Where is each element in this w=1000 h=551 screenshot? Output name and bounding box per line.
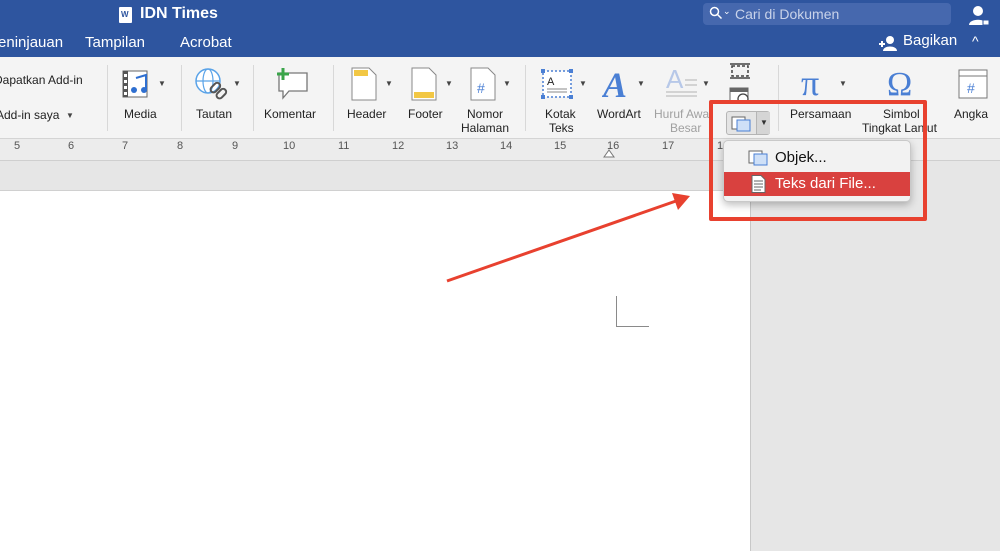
word-document-icon: W [119,7,132,23]
svg-text:#: # [477,80,485,96]
equation-icon[interactable]: π [800,65,834,101]
ribbon-separator [253,65,254,131]
svg-text:A: A [602,65,627,101]
svg-text:π: π [801,65,819,101]
ribbon-separator [525,65,526,131]
header-label: Header [347,107,387,121]
add-person-icon [879,36,897,51]
ruler-number: 13 [446,140,459,152]
my-addins-chevron-icon: ▼ [66,111,74,120]
number-icon[interactable]: # [958,69,988,99]
document-page[interactable] [0,190,751,551]
search-placeholder: Cari di Dokumen [735,6,840,22]
ruler-number: 5 [14,140,21,152]
margin-corner-mark [616,296,649,327]
header-chevron-icon: ▼ [385,79,393,88]
symbol-icon[interactable]: Ω [886,65,920,101]
svg-text:Ω: Ω [887,66,912,101]
footer-icon[interactable] [411,67,437,101]
text-box-label-1: Kotak [545,107,576,121]
annotation-highlight-box [709,100,927,221]
ruler-number: 11 [338,140,350,152]
drop-cap-chevron-icon: ▼ [702,79,710,88]
page-number-icon[interactable]: # [470,67,496,101]
wordart-chevron-icon: ▼ [637,79,645,88]
text-box-chevron-icon: ▼ [579,79,587,88]
text-box-label-2: Teks [549,121,574,135]
ruler-number: 7 [122,140,129,152]
drop-cap-label-1: Huruf Awal [654,107,712,121]
page-number-label-2: Halaman [461,121,510,135]
svg-text:A: A [547,76,555,88]
link-chevron-icon: ▼ [233,79,241,88]
search-icon [709,6,723,20]
title-bar: W IDN Times ⌄ Cari di Dokumen [0,0,1000,29]
drop-cap-icon[interactable]: A [665,66,699,100]
svg-text:#: # [967,80,975,96]
header-icon[interactable] [351,67,377,101]
ruler-number: 15 [554,140,567,152]
link-label: Tautan [196,107,233,121]
ribbon-separator [107,65,108,131]
search-box[interactable]: ⌄ Cari di Dokumen [703,3,951,25]
collapse-ribbon-icon[interactable]: ^ [972,33,979,49]
ruler-number: 10 [283,140,296,152]
ribbon-tab-bar: Peninjauan Tampilan Acrobat Bagikan ^ [0,29,1000,57]
share-button[interactable]: Bagikan [903,32,957,49]
ruler-number: 8 [177,140,184,152]
right-indent-marker-icon[interactable] [603,148,615,158]
search-chevron-icon: ⌄ [723,6,731,16]
page-number-label-1: Nomor [467,107,504,121]
ruler-number: 14 [500,140,513,152]
tab-acrobat[interactable]: Acrobat [180,34,232,51]
text-box-icon[interactable]: A [540,68,574,100]
media-label: Media [124,107,157,121]
user-account-icon[interactable] [968,4,990,26]
ruler-number: 12 [392,140,405,152]
tab-tampilan[interactable]: Tampilan [85,34,145,51]
ruler-number: 17 [662,140,675,152]
ribbon-separator [333,65,334,131]
window-title: IDN Times [140,5,218,22]
comment-label: Komentar [264,107,317,121]
get-addins-button[interactable]: Dapatkan Add-in [0,73,83,87]
page-number-chevron-icon: ▼ [503,79,511,88]
media-icon[interactable] [122,68,154,100]
new-comment-icon[interactable] [275,67,311,101]
link-icon[interactable] [194,67,230,101]
ribbon-separator [181,65,182,131]
wordart-icon[interactable]: A [602,65,632,101]
footer-label: Footer [408,107,443,121]
number-label: Angka [954,107,989,121]
field-icon[interactable] [729,62,751,80]
equation-chevron-icon: ▼ [839,79,847,88]
tab-peninjauan[interactable]: Peninjauan [0,34,63,51]
ruler-number: 9 [232,140,239,152]
my-addins-button[interactable]: Add-in saya [0,108,59,122]
ruler-number: 6 [68,140,75,152]
wordart-label: WordArt [597,107,641,121]
footer-chevron-icon: ▼ [445,79,453,88]
drop-cap-label-2: Besar [670,121,702,135]
svg-text:A: A [666,66,684,94]
media-chevron-icon: ▼ [158,79,166,88]
